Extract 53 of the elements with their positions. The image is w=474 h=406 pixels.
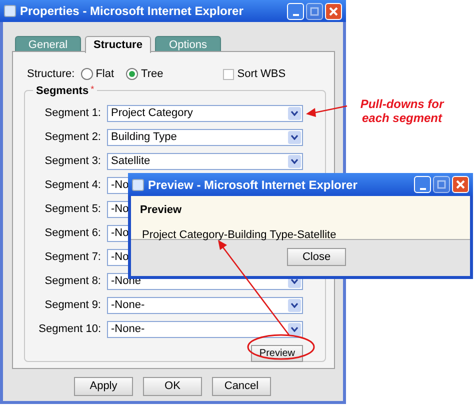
chevron-down-icon	[288, 130, 301, 144]
dialog-button[interactable]: Cancel	[212, 377, 271, 396]
radio-option[interactable]: Tree	[126, 66, 164, 82]
close-button[interactable]	[452, 176, 469, 193]
close-button[interactable]: Close	[287, 248, 346, 266]
callout-arrow	[306, 105, 348, 117]
browser-icon	[132, 178, 144, 190]
checkbox[interactable]	[223, 68, 234, 80]
segment-label: Segment 2:	[44, 130, 101, 145]
callout-text: Pull-downs for each segment	[359, 97, 446, 125]
window-title: Properties - Microsoft Internet Explorer	[20, 3, 244, 20]
segment-dropdown[interactable]: Project Category	[107, 104, 303, 122]
segment-label: Segment 7:	[44, 250, 101, 265]
segment-label: Segment 9:	[44, 298, 101, 313]
dialog-button[interactable]: OK	[143, 377, 202, 396]
segment-label: Segment 5:	[44, 202, 101, 217]
segments-legend: Segments	[33, 83, 89, 100]
preview-button[interactable]: Preview	[251, 345, 303, 362]
highlight-ellipse	[247, 334, 315, 360]
chevron-down-icon	[288, 106, 301, 120]
maximize-icon	[310, 6, 319, 16]
segment-label: Segment 4:	[44, 178, 101, 193]
window-title: Preview - Microsoft Internet Explorer	[148, 176, 358, 194]
minimize-button[interactable]	[287, 2, 304, 20]
segment-dropdown[interactable]: -None-	[107, 296, 303, 314]
chevron-down-icon	[288, 154, 301, 168]
close-icon	[456, 180, 465, 189]
chevron-down-icon	[288, 322, 301, 336]
structure-label: Structure:	[27, 66, 75, 82]
radio-option[interactable]: Flat	[80, 66, 114, 82]
browser-icon	[4, 5, 16, 17]
segment-label: Segment 8:	[44, 274, 101, 289]
segment-label: Segment 3:	[44, 154, 101, 169]
segment-label: Segment 10:	[38, 322, 101, 337]
preview-heading: Preview	[140, 203, 183, 218]
close-icon	[329, 6, 338, 16]
maximize-icon	[437, 180, 446, 189]
minimize-icon	[292, 14, 298, 16]
segment-label: Segment 6:	[44, 226, 101, 241]
dialog-button[interactable]: Apply	[74, 377, 133, 396]
minimize-icon	[420, 188, 426, 190]
checkbox-label: Sort WBS	[237, 66, 286, 82]
segment-label: Segment 1:	[44, 106, 101, 121]
tab[interactable]: Structure	[85, 36, 151, 53]
segment-dropdown[interactable]: Satellite	[107, 152, 303, 170]
minimize-button[interactable]	[414, 176, 431, 193]
maximize-button[interactable]	[306, 2, 323, 20]
segment-dropdown[interactable]: -None-	[107, 320, 303, 338]
preview-text: Project Category-Building Type-Satellite	[142, 228, 338, 242]
close-button[interactable]	[325, 2, 342, 20]
maximize-button[interactable]	[433, 176, 450, 193]
segment-dropdown[interactable]: Building Type	[107, 128, 303, 146]
chevron-down-icon	[288, 298, 301, 312]
